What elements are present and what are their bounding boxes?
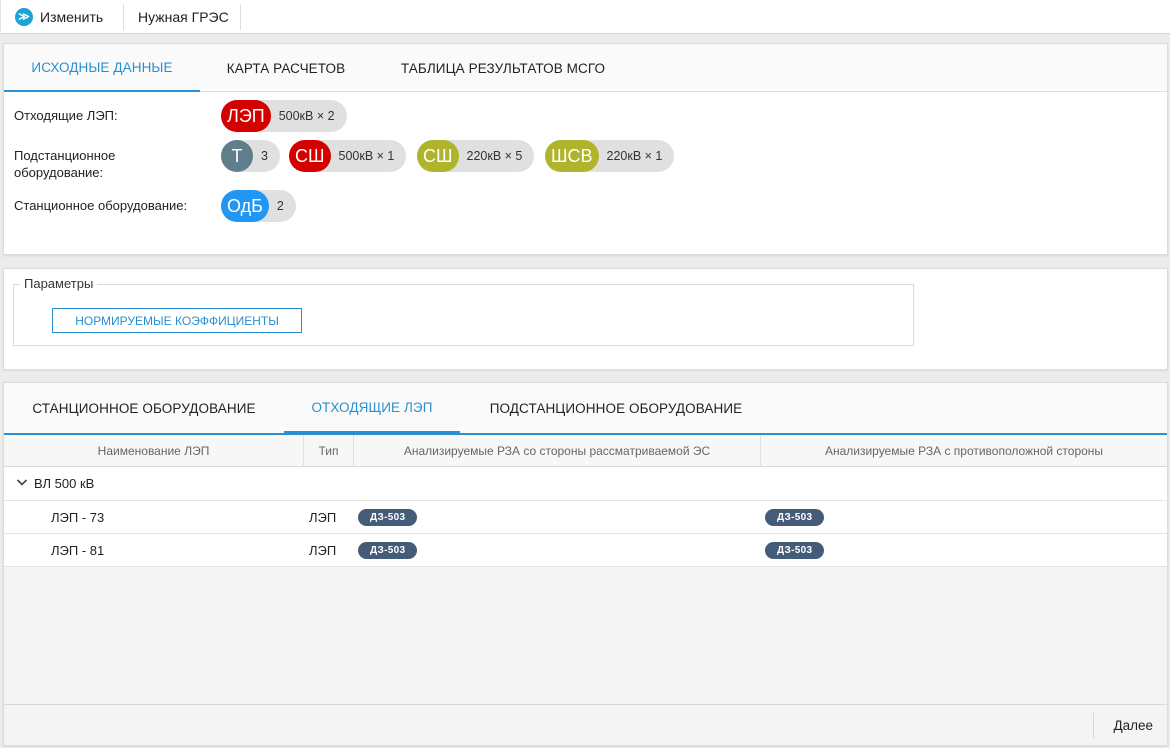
bus-coupler-count: 220кВ × 1 bbox=[606, 149, 663, 163]
main-tabs: ИСХОДНЫЕ ДАННЫЕ КАРТА РАСЧЕТОВ ТАБЛИЦА Р… bbox=[4, 44, 1167, 92]
line-name: ЛЭП - 81 bbox=[51, 542, 105, 558]
tab-calc-map[interactable]: КАРТА РАСЧЕТОВ bbox=[200, 44, 372, 92]
normative-coefficients-button[interactable]: НОРМИРУЕМЫЕ КОЭФФИЦИЕНТЫ bbox=[52, 308, 302, 333]
table-row[interactable]: ЛЭП - 73 ЛЭП ДЗ-503 ДЗ-503 bbox=[4, 501, 1167, 534]
odb-avatar: ОдБ bbox=[221, 190, 269, 222]
chevron-down-icon[interactable] bbox=[16, 476, 30, 491]
local-rza-tag[interactable]: ДЗ-503 bbox=[358, 508, 418, 526]
tab-outgoing-lines[interactable]: ОТХОДЯЩИЕ ЛЭП bbox=[284, 383, 460, 433]
transformer-chip[interactable]: Т 3 bbox=[221, 140, 280, 172]
busbar-500-avatar: СШ bbox=[289, 140, 331, 172]
lep-count: 500кВ × 2 bbox=[278, 109, 335, 123]
substation-label-line1: Подстанционное bbox=[14, 148, 116, 163]
next-button[interactable]: Далее bbox=[1113, 705, 1153, 746]
edit-button-label: Изменить bbox=[40, 8, 104, 25]
toolbar-divider bbox=[240, 4, 241, 30]
bus-coupler-chip[interactable]: ШСВ 220кВ × 1 bbox=[545, 140, 675, 172]
equipment-panel: СТАНЦИОННОЕ ОБОРУДОВАНИЕ ОТХОДЯЩИЕ ЛЭП П… bbox=[3, 382, 1168, 746]
column-header-local-rza[interactable]: Анализируемые РЗА со стороны рассматрива… bbox=[354, 435, 761, 467]
table-row[interactable]: ЛЭП - 81 ЛЭП ДЗ-503 ДЗ-503 bbox=[4, 534, 1167, 567]
column-header-name[interactable]: Наименование ЛЭП bbox=[4, 435, 304, 467]
odb-chip[interactable]: ОдБ 2 bbox=[221, 190, 296, 222]
edit-button[interactable]: ≫ Изменить bbox=[15, 0, 103, 33]
equipment-tabs: СТАНЦИОННОЕ ОБОРУДОВАНИЕ ОТХОДЯЩИЕ ЛЭП П… bbox=[4, 383, 1167, 433]
tab-source-data[interactable]: ИСХОДНЫЕ ДАННЫЕ bbox=[4, 44, 200, 92]
column-header-type[interactable]: Тип bbox=[304, 435, 354, 467]
tab-substation-equipment[interactable]: ПОДСТАНЦИОННОЕ ОБОРУДОВАНИЕ bbox=[460, 383, 772, 433]
source-data-panel: ИСХОДНЫЕ ДАННЫЕ КАРТА РАСЧЕТОВ ТАБЛИЦА Р… bbox=[3, 43, 1168, 255]
transformer-avatar: Т bbox=[221, 140, 253, 172]
substation-equipment-label: Подстанционное оборудование: bbox=[14, 147, 115, 181]
group-label: ВЛ 500 кВ bbox=[34, 476, 95, 491]
footer-divider bbox=[1093, 713, 1094, 738]
outgoing-lines-label: Отходящие ЛЭП: bbox=[14, 108, 118, 123]
substation-label-line2: оборудование: bbox=[14, 165, 104, 180]
grid-empty-area bbox=[4, 567, 1167, 704]
local-rza-tag[interactable]: ДЗ-503 bbox=[358, 541, 418, 559]
panel-footer: Далее bbox=[4, 704, 1167, 745]
busbar-220-count: 220кВ × 5 bbox=[466, 149, 523, 163]
toolbar-divider bbox=[123, 4, 124, 30]
bus-coupler-avatar: ШСВ bbox=[545, 140, 599, 172]
station-selector[interactable]: Нужная ГРЭС bbox=[138, 0, 229, 33]
lep-chip[interactable]: ЛЭП 500кВ × 2 bbox=[221, 100, 347, 132]
column-header-remote-rza[interactable]: Анализируемые РЗА с противоположной стор… bbox=[761, 435, 1167, 467]
tab-msgo-results[interactable]: ТАБЛИЦА РЕЗУЛЬТАТОВ МСГО bbox=[372, 44, 634, 92]
busbar-220-avatar: СШ bbox=[417, 140, 459, 172]
station-equipment-label: Станционное оборудование: bbox=[14, 198, 188, 213]
parameters-panel: Параметры НОРМИРУЕМЫЕ КОЭФФИЦИЕНТЫ bbox=[3, 268, 1168, 370]
transformer-count: 3 bbox=[261, 149, 268, 163]
odb-count: 2 bbox=[276, 199, 284, 213]
line-type: ЛЭП bbox=[309, 509, 337, 525]
busbar-500-chip[interactable]: СШ 500кВ × 1 bbox=[289, 140, 407, 172]
lep-avatar: ЛЭП bbox=[221, 100, 271, 132]
line-type: ЛЭП bbox=[309, 542, 337, 558]
busbar-500-count: 500кВ × 1 bbox=[338, 149, 395, 163]
top-toolbar: ≫ Изменить Нужная ГРЭС bbox=[0, 0, 1170, 34]
busbar-220-chip[interactable]: СШ 220кВ × 5 bbox=[417, 140, 535, 172]
parameters-legend: Параметры bbox=[20, 276, 98, 291]
remote-rza-tag[interactable]: ДЗ-503 bbox=[765, 508, 825, 526]
line-name: ЛЭП - 73 bbox=[51, 509, 105, 525]
tab-station-equipment[interactable]: СТАНЦИОННОЕ ОБОРУДОВАНИЕ bbox=[4, 383, 284, 433]
grid-header: Наименование ЛЭП Тип Анализируемые РЗА с… bbox=[4, 433, 1167, 467]
remote-rza-tag[interactable]: ДЗ-503 bbox=[765, 541, 825, 559]
edit-arrows-icon: ≫ bbox=[15, 7, 33, 26]
group-row[interactable]: ВЛ 500 кВ bbox=[4, 467, 1167, 501]
